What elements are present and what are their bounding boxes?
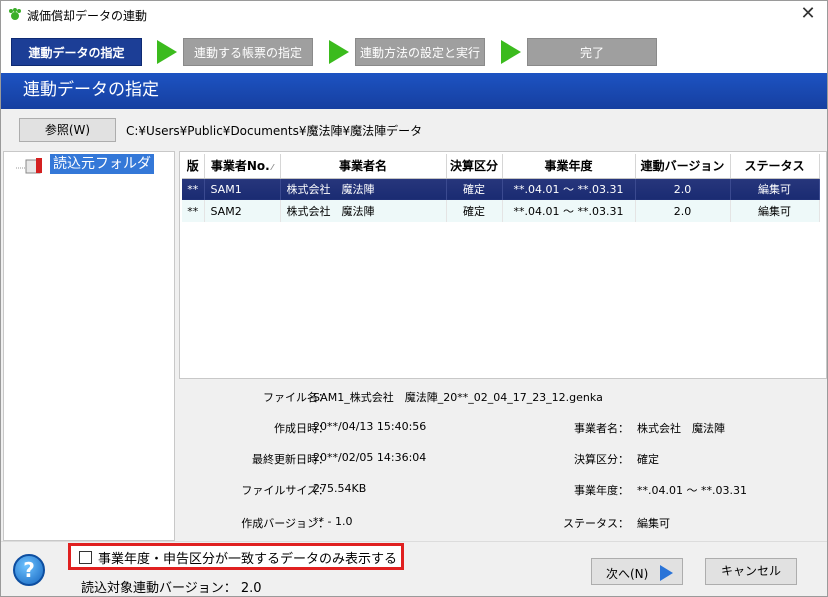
col-header-version[interactable]: 連動バージョン — [635, 154, 731, 179]
cell-kessan: 確定 — [446, 178, 503, 200]
footer-bar: ? 事業年度・申告区分が一致するデータのみ表示する 読込対象連動バージョン： 2… — [1, 541, 827, 596]
kessan-label: 決算区分： — [574, 453, 629, 466]
browse-row: 参照(W) C:¥Users¥Public¥Documents¥魔法陣¥魔法陣デ… — [1, 109, 827, 151]
file-details-panel: ファイル名： SAM1_株式会社 魔法陣_20**_02_04_17_23_12… — [179, 379, 827, 541]
company-value: 株式会社 魔法陣 — [637, 422, 725, 435]
nendo-value: **.04.01 ～ **.03.31 — [637, 484, 747, 497]
cell-kessan: 確定 — [446, 200, 503, 222]
col-header-no[interactable]: 事業者No. ⁄ — [204, 154, 281, 179]
cell-name: 株式会社 魔法陣 — [280, 200, 447, 222]
step-data-select: 連動データの指定 — [11, 38, 142, 66]
sort-indicator-icon: ⁄ — [271, 163, 274, 173]
title-bar: 減価償却データの連動 ✕ — [1, 1, 827, 29]
table-row[interactable]: ** SAM2 株式会社 魔法陣 確定 **.04.01 ～ **.03.31 … — [182, 200, 820, 222]
next-button-label: 次へ(N) — [606, 567, 649, 581]
cell-nendo: **.04.01 ～ **.03.31 — [502, 178, 636, 200]
step-report-select: 連動する帳票の指定 — [183, 38, 313, 66]
cell-nendo: **.04.01 ～ **.03.31 — [502, 200, 636, 222]
col-header-kessan[interactable]: 決算区分 — [446, 154, 503, 179]
wizard-steps: 連動データの指定 連動する帳票の指定 連動方法の設定と実行 完了 — [1, 29, 827, 73]
file-name-value: SAM1_株式会社 魔法陣_20**_02_04_17_23_12.genka — [313, 391, 603, 404]
window-title: 減価償却データの連動 — [27, 9, 148, 23]
col-header-ban[interactable]: 版 — [182, 154, 205, 179]
next-button[interactable]: 次へ(N) — [591, 558, 683, 585]
folder-icon — [16, 158, 42, 174]
page-title: 連動データの指定 — [1, 73, 827, 109]
cell-status: 編集可 — [730, 200, 820, 222]
created-value: 20**/04/13 15:40:56 — [313, 420, 427, 433]
nendo-label: 事業年度： — [574, 484, 629, 497]
filter-checkbox-label[interactable]: 事業年度・申告区分が一致するデータのみ表示する — [98, 548, 397, 567]
folder-tree: 読込元フォルダ — [3, 151, 175, 541]
filter-checkbox[interactable] — [79, 551, 92, 564]
table-row[interactable]: ** SAM1 株式会社 魔法陣 確定 **.04.01 ～ **.03.31 … — [182, 178, 820, 200]
step-method-execute: 連動方法の設定と実行 — [355, 38, 485, 66]
cancel-button[interactable]: キャンセル — [705, 558, 797, 585]
kessan-value: 確定 — [637, 453, 659, 466]
cell-no: SAM2 — [204, 200, 281, 222]
step-arrow-icon — [501, 40, 521, 64]
folder-path: C:¥Users¥Public¥Documents¥魔法陣¥魔法陣データ — [126, 124, 423, 138]
tree-item-source-folder[interactable]: 読込元フォルダ — [50, 154, 154, 174]
file-size-label: ファイルサイズ： — [241, 484, 329, 497]
browse-button[interactable]: 参照(W) — [19, 118, 116, 142]
play-arrow-icon — [660, 565, 673, 581]
updated-value: 20**/02/05 14:36:04 — [313, 451, 427, 464]
status-value: 編集可 — [637, 517, 670, 530]
col-header-nendo[interactable]: 事業年度 — [502, 154, 636, 179]
col-header-status[interactable]: ステータス — [730, 154, 820, 179]
cell-ban: ** — [182, 178, 205, 200]
made-version-value: ** - 1.0 — [313, 515, 353, 528]
cell-version: 2.0 — [635, 178, 731, 200]
target-version-text: 読込対象連動バージョン： 2.0 — [81, 581, 262, 596]
updated-label: 最終更新日時： — [252, 453, 329, 466]
cell-version: 2.0 — [635, 200, 731, 222]
cell-no: SAM1 — [204, 178, 281, 200]
cell-name: 株式会社 魔法陣 — [280, 178, 447, 200]
app-logo-icon — [9, 8, 21, 20]
data-table: 版 事業者No. ⁄ 事業者名 決算区分 事業年度 連動バージョン ステータス *… — [179, 151, 827, 379]
status-label: ステータス： — [563, 517, 629, 530]
close-button[interactable]: ✕ — [797, 3, 819, 25]
file-size-value: 275.54KB — [313, 482, 367, 495]
filter-option[interactable]: 事業年度・申告区分が一致するデータのみ表示する — [68, 543, 404, 570]
step-complete: 完了 — [527, 38, 657, 66]
cell-ban: ** — [182, 200, 205, 222]
help-icon[interactable]: ? — [13, 554, 45, 586]
made-version-label: 作成バージョン： — [241, 517, 329, 530]
col-header-no-label: 事業者No. — [210, 159, 270, 174]
col-header-name[interactable]: 事業者名 — [280, 154, 447, 179]
cell-status: 編集可 — [730, 178, 820, 200]
step-arrow-icon — [329, 40, 349, 64]
company-label: 事業者名： — [574, 422, 629, 435]
step-arrow-icon — [157, 40, 177, 64]
app-window: 減価償却データの連動 ✕ 連動データの指定 連動する帳票の指定 連動方法の設定と… — [0, 0, 828, 597]
table-header-row: 版 事業者No. ⁄ 事業者名 決算区分 事業年度 連動バージョン ステータス — [182, 154, 820, 179]
